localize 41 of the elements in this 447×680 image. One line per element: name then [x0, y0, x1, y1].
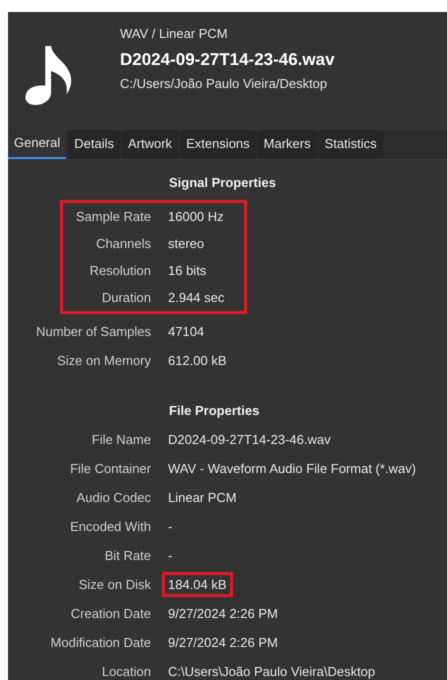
property-label: Creation Date: [70, 606, 151, 621]
property-value: 9/27/2024 2:26 PM: [167, 634, 279, 652]
property-value: 16000 Hz: [167, 208, 225, 226]
property-label: Number of Samples: [35, 324, 151, 339]
property-value: D2024-09-27T14-23-46.wav: [167, 431, 332, 449]
property-value: 9/27/2024 2:26 PM: [167, 605, 279, 623]
property-value: -: [167, 518, 174, 536]
tab[interactable]: Markers: [258, 130, 317, 159]
file-path: C:/Users/João Paulo Vieira/Desktop: [120, 76, 328, 92]
property-value: -: [167, 547, 174, 565]
property-label: Size on Memory: [56, 353, 151, 368]
property-label: Duration: [100, 290, 151, 305]
property-value: stereo: [167, 235, 206, 253]
property-label: Sample Rate: [74, 209, 151, 224]
property-value: 16 bits: [167, 262, 208, 280]
format-label: WAV / Linear PCM: [120, 26, 229, 42]
tab[interactable]: General: [8, 130, 66, 159]
property-label: File Name: [90, 432, 151, 447]
tab[interactable]: Statistics: [318, 130, 383, 159]
tab[interactable]: Extensions: [180, 130, 256, 159]
property-label: Bit Rate: [104, 548, 151, 563]
tab[interactable]: Artwork: [122, 130, 178, 159]
section-title: Signal Properties: [169, 175, 276, 190]
property-value: 184.04 kB: [165, 575, 230, 594]
property-label: File Container: [69, 461, 151, 476]
property-value: 47104: [167, 323, 206, 341]
property-label: Resolution: [88, 263, 151, 278]
section-title: File Properties: [169, 403, 260, 418]
tab[interactable]: Details: [68, 130, 120, 159]
property-label: Size on Disk: [78, 577, 151, 592]
property-value: C:\Users\João Paulo Vieira\Desktop: [167, 663, 376, 680]
file-name-title: D2024-09-27T14-23-46.wav: [120, 50, 335, 70]
property-label: Location: [100, 664, 151, 679]
property-value: WAV - Waveform Audio File Format (*.wav): [167, 460, 418, 478]
property-label: Encoded With: [69, 519, 151, 534]
property-label: Channels: [95, 236, 151, 251]
property-value: 2.944 sec: [167, 289, 226, 307]
property-value: 612.00 kB: [167, 352, 228, 370]
property-label: Modification Date: [50, 635, 151, 650]
property-label: Audio Codec: [76, 490, 151, 505]
property-value: Linear PCM: [167, 489, 238, 507]
